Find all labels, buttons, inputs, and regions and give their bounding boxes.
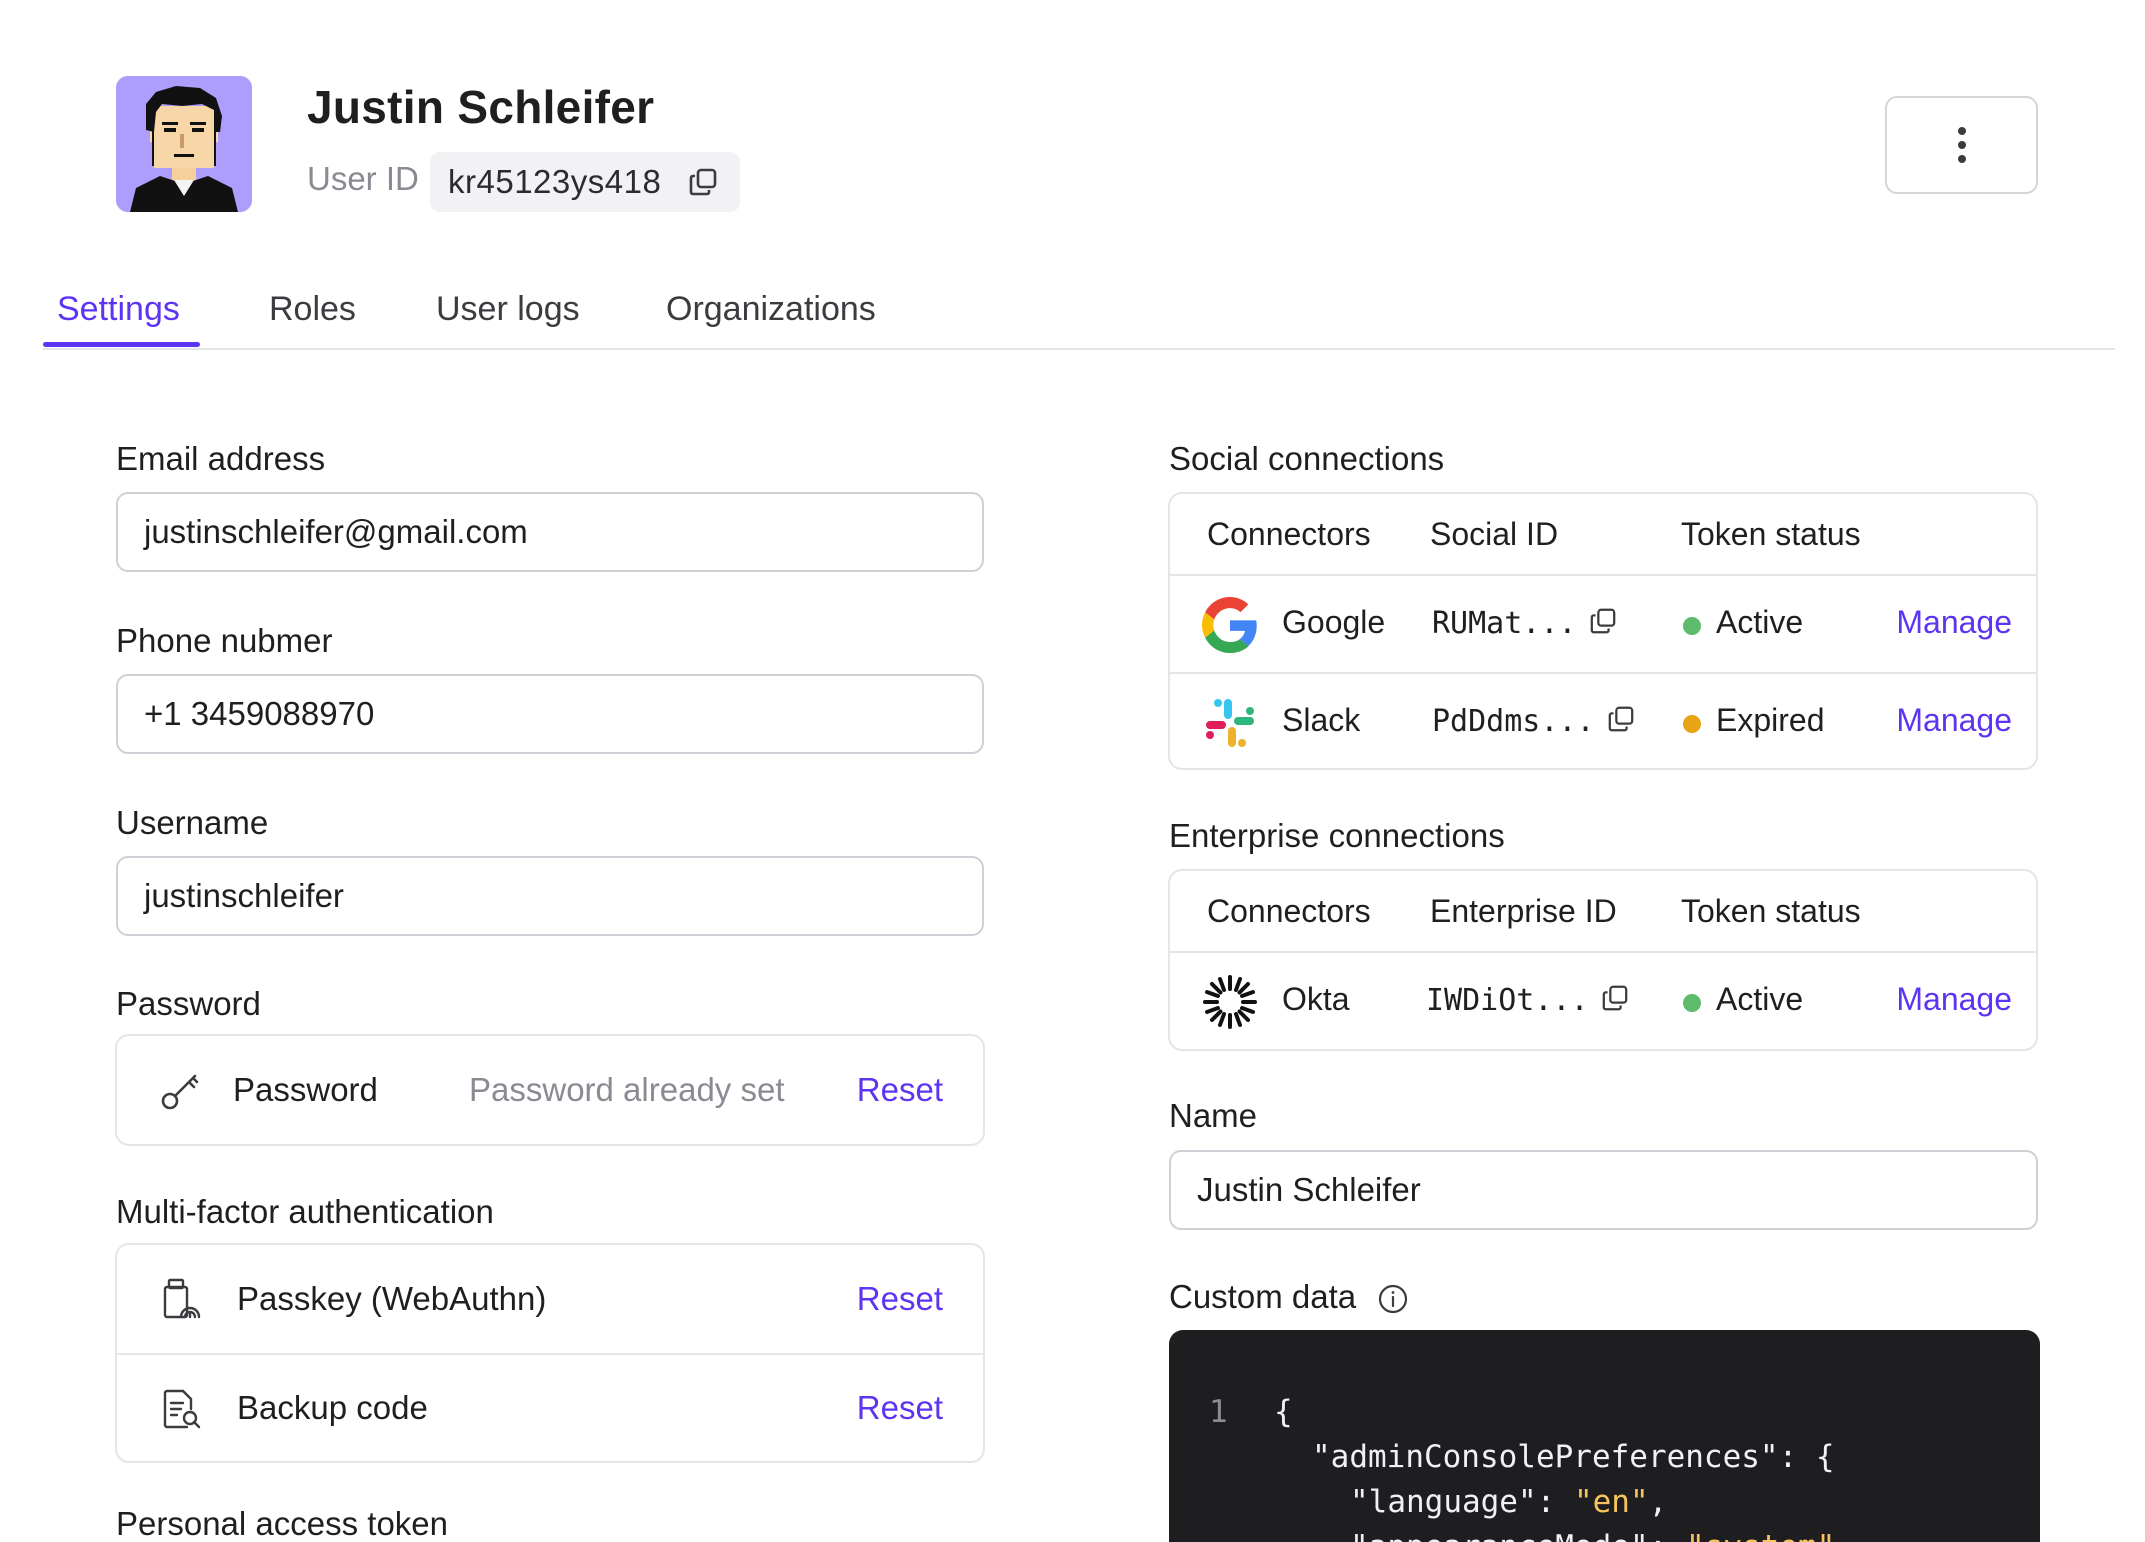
mfa-row-backup: Backup code Reset [117, 1353, 983, 1461]
custom-data-label: Custom data [1169, 1278, 1357, 1315]
line-number: 1 [1209, 1394, 1228, 1430]
passkey-reset-link[interactable]: Reset [857, 1280, 943, 1318]
user-id-label: User ID [307, 160, 419, 197]
table-row: Slack PdDdms... Expired Manage [1170, 672, 2036, 768]
code-punct: , [1648, 1484, 1668, 1520]
email-field[interactable]: justinschleifer@gmail.com [116, 492, 984, 572]
column-header: Token status [1681, 516, 1861, 552]
email-label: Email address [116, 440, 326, 477]
code-string: "en" [1573, 1484, 1649, 1520]
slack-logo-icon [1202, 695, 1258, 751]
code-key: "appearanceMode": [1350, 1529, 1686, 1542]
code-line: "appearanceMode": "system" [1350, 1529, 1835, 1542]
status-dot-active [1683, 994, 1701, 1012]
table-row: Okta IWDiOt... Active Manage [1170, 953, 2036, 1049]
column-header: Enterprise ID [1430, 893, 1617, 929]
pat-section-label: Personal access token [116, 1505, 449, 1542]
copy-icon[interactable] [1601, 984, 1629, 1020]
more-options-button[interactable] [1885, 96, 2038, 194]
password-status: Password already set [469, 1071, 785, 1108]
code-line: "adminConsolePreferences": { [1312, 1439, 1835, 1475]
password-row: Password Password already set Reset [117, 1036, 983, 1144]
phone-field[interactable]: +1 3459088970 [116, 674, 984, 754]
token-status: Active [1716, 981, 1804, 1017]
user-name: Justin Schleifer [307, 81, 655, 133]
social-id: RUMat... [1432, 606, 1617, 643]
password-row-title: Password [233, 1071, 378, 1108]
name-field[interactable]: Justin Schleifer [1169, 1150, 2038, 1230]
user-id-chip: kr45123ys418 [430, 152, 740, 212]
enterprise-table-header: Connectors Enterprise ID Token status [1170, 871, 2036, 953]
status-dot-expired [1683, 715, 1701, 733]
password-section-label: Password [116, 985, 261, 1022]
google-logo-icon [1202, 597, 1258, 653]
column-header: Connectors [1207, 516, 1371, 552]
backup-code-label: Backup code [237, 1389, 428, 1426]
manage-link[interactable]: Manage [1896, 604, 2012, 641]
column-header: Token status [1681, 893, 1861, 929]
username-field[interactable]: justinschleifer [116, 856, 984, 936]
name-label: Name [1169, 1097, 1258, 1134]
table-row: Google RUMat... Active Manage [1170, 576, 2036, 672]
username-label: Username [116, 804, 269, 841]
copy-icon[interactable] [1589, 607, 1617, 643]
password-reset-link[interactable]: Reset [857, 1071, 943, 1109]
social-connections-table: Connectors Social ID Token status Google… [1168, 492, 2038, 770]
tab-user-logs[interactable]: User logs [436, 290, 580, 329]
more-vertical-icon [1957, 127, 1966, 163]
mfa-row-passkey: Passkey (WebAuthn) Reset [117, 1245, 983, 1353]
connector-name: Slack [1282, 702, 1361, 738]
social-id: PdDdms... [1432, 704, 1635, 741]
copy-icon[interactable] [1607, 705, 1635, 741]
code-string: "system" [1686, 1529, 1835, 1542]
tab-roles[interactable]: Roles [269, 290, 356, 329]
okta-logo-icon [1202, 974, 1258, 1030]
user-id-value: kr45123ys418 [448, 163, 662, 200]
active-tab-indicator [43, 342, 200, 347]
phone-label: Phone nubmer [116, 622, 333, 659]
column-header: Connectors [1207, 893, 1371, 929]
mfa-section-label: Multi-factor authentication [116, 1193, 494, 1230]
column-header: Social ID [1430, 516, 1559, 552]
backup-code-reset-link[interactable]: Reset [857, 1389, 943, 1427]
manage-link[interactable]: Manage [1896, 702, 2012, 739]
passkey-label: Passkey (WebAuthn) [237, 1280, 547, 1317]
password-card: Password Password already set Reset [115, 1034, 985, 1146]
enterprise-connections-table: Connectors Enterprise ID Token status Ok… [1168, 869, 2038, 1051]
avatar [116, 76, 252, 212]
social-id-value: PdDdms... [1432, 704, 1595, 739]
mfa-card: Passkey (WebAuthn) Reset Backup code Res… [115, 1243, 985, 1463]
social-id-value: RUMat... [1432, 606, 1577, 641]
connector-name: Okta [1282, 981, 1350, 1017]
code-line: "language": "en", [1350, 1484, 1667, 1520]
status-dot-active [1683, 617, 1701, 635]
code-key: "language": [1350, 1484, 1574, 1520]
key-icon [159, 1068, 203, 1112]
manage-link[interactable]: Manage [1896, 981, 2012, 1018]
enterprise-id: IWDiOt... [1426, 983, 1629, 1020]
tab-settings[interactable]: Settings [57, 290, 180, 329]
tab-organizations[interactable]: Organizations [666, 290, 876, 329]
custom-data-editor[interactable]: 1 { "adminConsolePreferences": { "langua… [1169, 1330, 2040, 1542]
copy-icon[interactable] [688, 167, 718, 202]
avatar-portrait-icon [116, 76, 252, 212]
token-status: Expired [1716, 702, 1825, 738]
info-icon[interactable] [1377, 1283, 1409, 1315]
social-connections-title: Social connections [1169, 440, 1445, 477]
backup-code-icon [159, 1387, 203, 1431]
social-table-header: Connectors Social ID Token status [1170, 494, 2036, 576]
passkey-icon [159, 1277, 203, 1321]
enterprise-connections-title: Enterprise connections [1169, 817, 1505, 854]
connector-name: Google [1282, 604, 1386, 640]
enterprise-id-value: IWDiOt... [1426, 983, 1589, 1018]
token-status: Active [1716, 604, 1804, 640]
tab-bar: Settings Roles User logs Organizations [43, 288, 2115, 350]
code-line: { [1274, 1394, 1293, 1430]
